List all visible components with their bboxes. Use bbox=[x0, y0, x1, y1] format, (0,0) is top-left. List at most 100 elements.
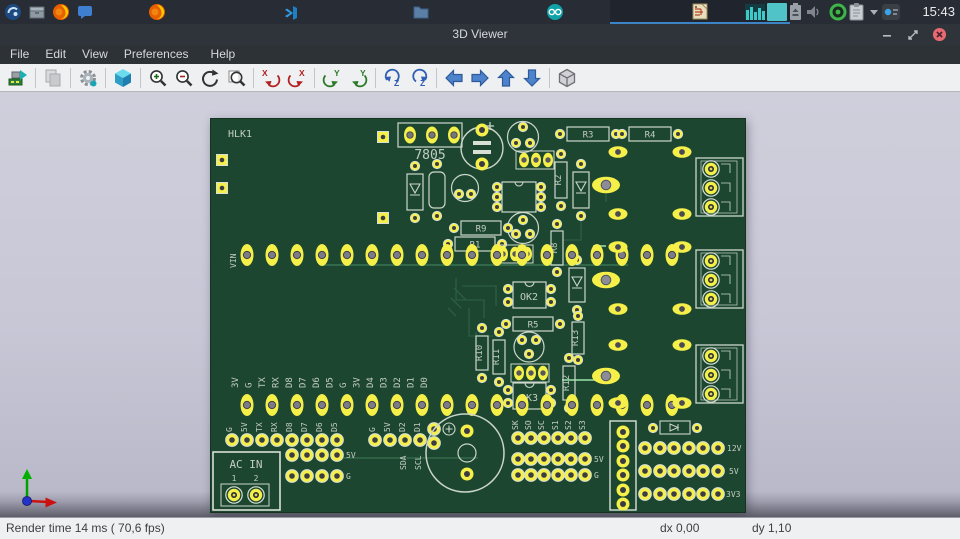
vscode-task-icon[interactable] bbox=[282, 3, 300, 21]
kicad-task-icon bbox=[692, 3, 708, 20]
svg-text:D1: D1 bbox=[413, 422, 422, 432]
rotate-y-cw-icon: Y bbox=[322, 68, 340, 87]
svg-text:2: 2 bbox=[254, 474, 259, 483]
svg-text:3V3: 3V3 bbox=[726, 490, 741, 499]
status-ring-icon[interactable] bbox=[828, 2, 848, 22]
svg-text:7805: 7805 bbox=[414, 148, 445, 163]
menu-edit[interactable]: Edit bbox=[37, 45, 74, 64]
menu-help[interactable]: Help bbox=[203, 45, 244, 64]
rotate-z-cw-button[interactable]: Z bbox=[381, 66, 405, 90]
toolbar: X X Y Y Z Z bbox=[0, 64, 960, 92]
menubar: File Edit View Preferences Help bbox=[0, 45, 960, 64]
firefox-task-icon[interactable] bbox=[148, 3, 166, 21]
app-launcher-icon[interactable] bbox=[4, 3, 22, 21]
rotate-y-ccw-icon: Y bbox=[352, 68, 368, 87]
zoom-out-button[interactable] bbox=[172, 66, 196, 90]
pan-down-button[interactable] bbox=[520, 66, 544, 90]
svg-text:5V: 5V bbox=[346, 451, 356, 460]
svg-text:R3: R3 bbox=[583, 131, 594, 141]
battery-tray-icon[interactable] bbox=[789, 2, 802, 22]
svg-text:SO: SO bbox=[524, 420, 533, 430]
svg-text:G: G bbox=[594, 471, 599, 480]
svg-text:D6: D6 bbox=[312, 377, 322, 388]
volume-icon[interactable] bbox=[805, 2, 821, 22]
clipboard-icon[interactable] bbox=[848, 2, 865, 22]
notifications-icon[interactable] bbox=[881, 2, 901, 22]
tray-expand-caret-icon[interactable] bbox=[868, 2, 880, 22]
rotate-x-cw-icon: X bbox=[262, 68, 281, 87]
svg-text:3V: 3V bbox=[353, 377, 363, 388]
svg-text:TX: TX bbox=[258, 377, 268, 388]
zoom-fit-button[interactable] bbox=[224, 66, 248, 90]
toolbar-separator bbox=[35, 67, 36, 88]
pan-left-button[interactable] bbox=[442, 66, 466, 90]
window-titlebar[interactable]: 3D Viewer bbox=[0, 24, 960, 45]
render-options-button[interactable] bbox=[76, 66, 100, 90]
system-monitor-widget-icon[interactable] bbox=[745, 2, 765, 22]
archive-manager-icon[interactable] bbox=[28, 3, 46, 21]
rotate-x-cw-button[interactable]: X bbox=[259, 66, 283, 90]
rotate-z-ccw-icon: Z bbox=[412, 68, 428, 88]
pcb-3d-view[interactable]: HLK1 7805 R3 R4 R9 R5 R2 R8 R10 R11 R13 … bbox=[210, 118, 746, 513]
svg-text:5V: 5V bbox=[729, 467, 739, 476]
viewport-3d[interactable]: HLK1 7805 R3 R4 R9 R5 R2 R8 R10 R11 R13 … bbox=[0, 92, 960, 517]
svg-text:S2: S2 bbox=[564, 420, 573, 430]
minimize-button[interactable] bbox=[878, 24, 896, 45]
svg-text:3V: 3V bbox=[231, 377, 241, 388]
svg-text:G: G bbox=[368, 427, 377, 432]
svg-text:SCL: SCL bbox=[414, 455, 423, 470]
svg-text:5V: 5V bbox=[594, 455, 604, 464]
close-button[interactable] bbox=[930, 24, 948, 45]
svg-text:Y: Y bbox=[334, 68, 340, 78]
menu-file[interactable]: File bbox=[2, 45, 37, 64]
maximize-button[interactable] bbox=[904, 24, 922, 45]
svg-text:D2: D2 bbox=[393, 377, 403, 388]
copy-image-button[interactable] bbox=[41, 66, 65, 90]
orthographic-projection-button[interactable] bbox=[555, 66, 579, 90]
firefox-launcher-icon[interactable] bbox=[52, 3, 70, 21]
svg-text:SDA: SDA bbox=[399, 455, 408, 470]
reload-board-button[interactable] bbox=[6, 66, 30, 90]
toolbar-separator bbox=[140, 67, 141, 88]
svg-text:S3: S3 bbox=[578, 420, 587, 430]
svg-text:R2: R2 bbox=[554, 175, 564, 186]
rotate-z-ccw-button[interactable]: Z bbox=[407, 66, 431, 90]
svg-text:R10: R10 bbox=[475, 345, 485, 361]
svg-text:D5: D5 bbox=[326, 377, 336, 388]
pan-right-button[interactable] bbox=[468, 66, 492, 90]
pan-right-arrow-icon bbox=[471, 68, 489, 87]
toolbar-separator bbox=[375, 67, 376, 88]
menu-view[interactable]: View bbox=[74, 45, 116, 64]
file-manager-task-icon[interactable] bbox=[412, 3, 430, 21]
svg-text:R11: R11 bbox=[492, 349, 502, 365]
teal-widget-icon[interactable] bbox=[767, 2, 787, 22]
zoom-out-icon bbox=[176, 69, 193, 86]
zoom-fit-icon bbox=[228, 70, 246, 86]
module-pin-labels: 3V G TX RX D8 D7 D6 D5 G 3V D4 D3 D2 D1 … bbox=[231, 377, 430, 388]
menu-preferences[interactable]: Preferences bbox=[116, 45, 197, 64]
set-3d-view-button[interactable] bbox=[111, 66, 135, 90]
svg-text:G: G bbox=[245, 383, 255, 388]
zoom-in-button[interactable] bbox=[146, 66, 170, 90]
svg-text:TX: TX bbox=[255, 422, 264, 432]
svg-text:D4: D4 bbox=[366, 377, 376, 388]
dx-readout: dx 0,00 bbox=[660, 521, 700, 535]
pan-up-button[interactable] bbox=[494, 66, 518, 90]
svg-text:D6: D6 bbox=[315, 422, 324, 432]
dy-readout: dy 1,10 bbox=[752, 521, 792, 535]
rotate-y-cw-button[interactable]: Y bbox=[320, 66, 344, 90]
redraw-button[interactable] bbox=[198, 66, 222, 90]
rotate-x-ccw-button[interactable]: X bbox=[285, 66, 309, 90]
svg-text:5V: 5V bbox=[383, 422, 392, 432]
arduino-task-icon[interactable] bbox=[546, 3, 564, 21]
pan-left-arrow-icon bbox=[445, 68, 463, 87]
svg-text:D0: D0 bbox=[420, 377, 430, 388]
chat-app-icon[interactable] bbox=[76, 3, 94, 21]
svg-text:12V: 12V bbox=[727, 444, 742, 453]
svg-text:RX: RX bbox=[272, 377, 282, 388]
render-time-text: Render time 14 ms ( 70,6 fps) bbox=[6, 521, 165, 535]
rotate-y-ccw-button[interactable]: Y bbox=[346, 66, 370, 90]
screen: 15:43 3D Viewer File Edit View Preferenc… bbox=[0, 0, 960, 539]
svg-text:SC: SC bbox=[537, 420, 546, 430]
svg-text:D2: D2 bbox=[398, 422, 407, 432]
